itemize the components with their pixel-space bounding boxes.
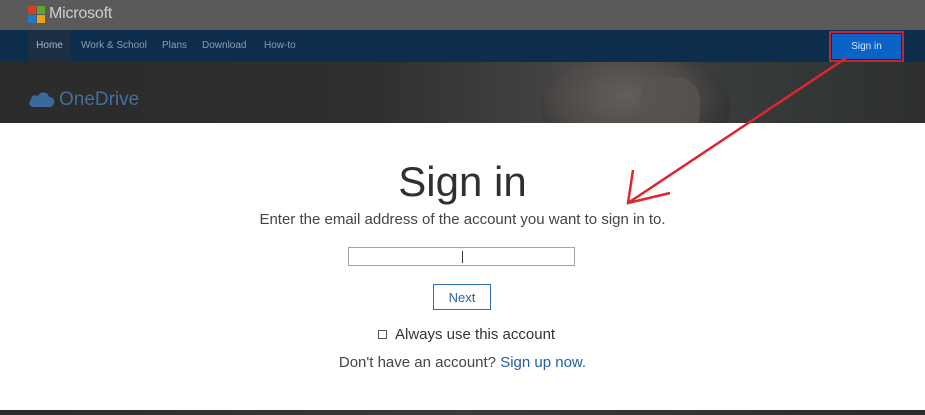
nav-item-how-to[interactable]: How-to <box>264 30 296 62</box>
text-cursor <box>462 251 463 263</box>
hero-photo-hand <box>640 77 700 123</box>
main-nav: Home Work & School Plans Download How-to <box>0 30 925 62</box>
hero-banner: OneDrive <box>0 62 925 123</box>
always-use-label[interactable]: Always use this account <box>395 326 555 343</box>
sign-in-dialog: Sign in Enter the email address of the a… <box>0 123 925 410</box>
hero-photo <box>540 62 730 123</box>
page-background-strip <box>0 410 925 415</box>
nav-item-plans[interactable]: Plans <box>162 30 187 62</box>
signup-row: Don't have an account? Sign up now. <box>0 354 925 371</box>
nav-item-work-school[interactable]: Work & School <box>81 30 147 62</box>
next-button[interactable]: Next <box>433 284 491 310</box>
always-use-checkbox[interactable] <box>378 330 387 339</box>
microsoft-header: Microsoft <box>0 0 925 30</box>
onedrive-title: OneDrive <box>59 89 140 110</box>
dialog-subtitle: Enter the email address of the account y… <box>259 211 666 228</box>
nav-item-home[interactable]: Home <box>28 30 71 62</box>
sign-in-button[interactable]: Sign in <box>829 31 904 62</box>
brand-name[interactable]: Microsoft <box>49 5 112 23</box>
microsoft-logo-icon[interactable] <box>28 6 45 23</box>
nav-item-download[interactable]: Download <box>202 30 246 62</box>
dialog-title: Sign in <box>398 158 527 205</box>
onedrive-cloud-icon <box>29 92 55 107</box>
sign-up-link[interactable]: Sign up now. <box>500 354 586 371</box>
signup-prompt: Don't have an account? <box>338 354 497 371</box>
